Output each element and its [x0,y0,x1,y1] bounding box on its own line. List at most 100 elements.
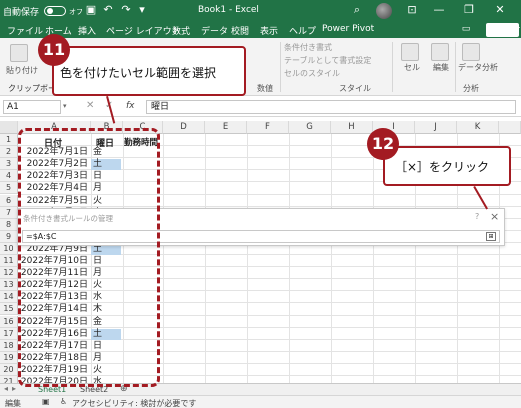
comments-icon[interactable]: ▭ [459,22,473,36]
weekday-cell[interactable]: 土 [91,159,121,171]
accessibility-status[interactable]: アクセシビリティ: 検討が必要です [72,398,196,408]
weekday-cell[interactable]: 日 [91,256,121,267]
row-header[interactable]: 10 [0,242,18,255]
share-button[interactable]: ⇪ 共有 [486,23,521,37]
row-header[interactable]: 19 [0,351,18,364]
row-header[interactable]: 3 [0,158,18,171]
cell-styles-button[interactable]: セルのスタイル [284,68,340,79]
column-header-c[interactable]: C [123,121,163,134]
column-header-e[interactable]: E [205,121,247,134]
tab-help[interactable]: ヘルプ [289,24,316,37]
cells-icon[interactable] [401,43,419,61]
date-cell[interactable]: 2022年7月4日 [18,183,90,194]
column-header-g[interactable]: G [289,121,331,134]
row-header[interactable]: 6 [0,194,18,207]
row-header[interactable]: 9 [0,230,18,243]
accessibility-icon[interactable]: ♿ [60,397,67,406]
row-header[interactable]: 7 [0,206,18,219]
customize-quick-access-icon[interactable]: ▾ [135,3,149,17]
date-cell[interactable]: 2022年7月17日 [18,341,90,352]
tab-review[interactable]: 校閲 [231,24,249,37]
column-header-b[interactable]: B [91,121,123,134]
sheet-tab-sheet1[interactable]: Sheet1 [38,385,66,394]
name-box-dropdown-icon[interactable]: ▾ [63,102,67,110]
ribbon-display-icon[interactable]: ⊡ [405,3,419,17]
weekday-cell[interactable]: 木 [91,304,121,315]
row-header[interactable]: 15 [0,303,18,316]
tab-formulas[interactable]: 数式 [172,24,190,37]
cancel-icon[interactable]: ✕ [86,100,94,111]
tab-view[interactable]: 表示 [260,24,278,37]
row-header[interactable]: 1 [0,134,18,147]
date-cell[interactable]: 2022年7月10日 [18,256,90,267]
weekday-cell[interactable]: 日 [91,341,121,352]
conditional-format-button[interactable]: 条件付き書式 [284,42,332,53]
maximize-icon[interactable]: ❐ [462,3,476,17]
tab-file[interactable]: ファイル [7,24,43,37]
tab-page-layout[interactable]: ページ レイアウト [106,24,181,37]
sheet-tab-sheet2[interactable]: Sheet2 [80,385,108,394]
weekday-cell[interactable]: 月 [91,353,121,364]
close-icon[interactable]: ✕ [493,3,507,17]
row-header[interactable]: 12 [0,267,18,280]
weekday-cell[interactable]: 火 [91,365,121,376]
date-cell[interactable]: 2022年7月14日 [18,304,90,315]
date-cell[interactable]: 2022年7月16日 [18,329,90,340]
range-input[interactable]: =$A:$C [22,230,500,243]
date-cell[interactable]: 2022年7月15日 [18,317,90,328]
column-header-d[interactable]: D [163,121,205,134]
row-header[interactable]: 11 [0,255,18,268]
tab-data[interactable]: データ [201,24,228,37]
row-header[interactable]: 13 [0,279,18,292]
tab-power-pivot[interactable]: Power Pivot [322,24,374,34]
weekday-cell[interactable]: 土 [91,328,121,340]
weekday-cell[interactable]: 火 [91,280,121,291]
column-header-a[interactable]: A [18,121,91,134]
name-box[interactable]: A1 [3,100,61,114]
insert-function-icon[interactable]: fx [126,101,135,111]
date-cell[interactable]: 2022年7月11日 [18,268,90,279]
weekday-cell[interactable]: 水 [91,292,121,303]
date-cell[interactable]: 2022年7月18日 [18,353,90,364]
weekday-cell[interactable]: 月 [91,268,121,279]
format-as-table-button[interactable]: テーブルとして書式設定 [284,55,371,66]
tab-insert[interactable]: 挿入 [78,24,96,37]
date-cell[interactable]: 2022年7月13日 [18,292,90,303]
column-header-l[interactable] [499,121,521,134]
column-header-k[interactable]: K [457,121,499,134]
date-cell[interactable]: 2022年7月12日 [18,280,90,291]
weekday-cell[interactable]: 火 [91,196,121,207]
date-cell[interactable]: 2022年7月19日 [18,365,90,376]
row-header[interactable]: 4 [0,170,18,183]
analyze-data-icon[interactable] [462,43,480,61]
row-header[interactable]: 2 [0,146,18,159]
weekday-cell[interactable]: 日 [91,171,121,182]
minimize-icon[interactable]: — [432,3,446,17]
date-cell[interactable]: 2022年7月2日 [18,159,90,170]
date-cell[interactable]: 2022年7月5日 [18,196,90,207]
row-header[interactable]: 14 [0,291,18,304]
column-header-h[interactable]: H [331,121,373,134]
range-expand-icon[interactable]: ⊞ [486,232,496,241]
row-header[interactable]: 17 [0,327,18,340]
formula-input[interactable]: 曜日 [146,100,516,114]
macro-record-icon[interactable]: ▣ [42,397,50,406]
save-icon[interactable]: ▣ [84,3,98,17]
search-icon[interactable]: ⌕ [350,3,364,17]
user-avatar[interactable] [376,3,392,19]
dialog-close-icon[interactable]: × [490,210,499,223]
prev-sheet-icon[interactable]: ◂ [4,384,8,393]
row-header[interactable]: 20 [0,363,18,376]
date-cell[interactable]: 2022年7月3日 [18,171,90,182]
autosave-toggle[interactable] [44,6,66,16]
row-header[interactable]: 18 [0,339,18,352]
column-header-j[interactable]: J [415,121,457,134]
row-header[interactable]: 5 [0,182,18,195]
row-header[interactable]: 8 [0,218,18,231]
column-header-f[interactable]: F [247,121,289,134]
add-sheet-icon[interactable]: ⊕ [120,384,128,394]
weekday-cell[interactable]: 月 [91,183,121,194]
row-header[interactable]: 16 [0,315,18,328]
next-sheet-icon[interactable]: ▸ [12,384,16,393]
redo-icon[interactable]: ↷ [119,3,133,17]
